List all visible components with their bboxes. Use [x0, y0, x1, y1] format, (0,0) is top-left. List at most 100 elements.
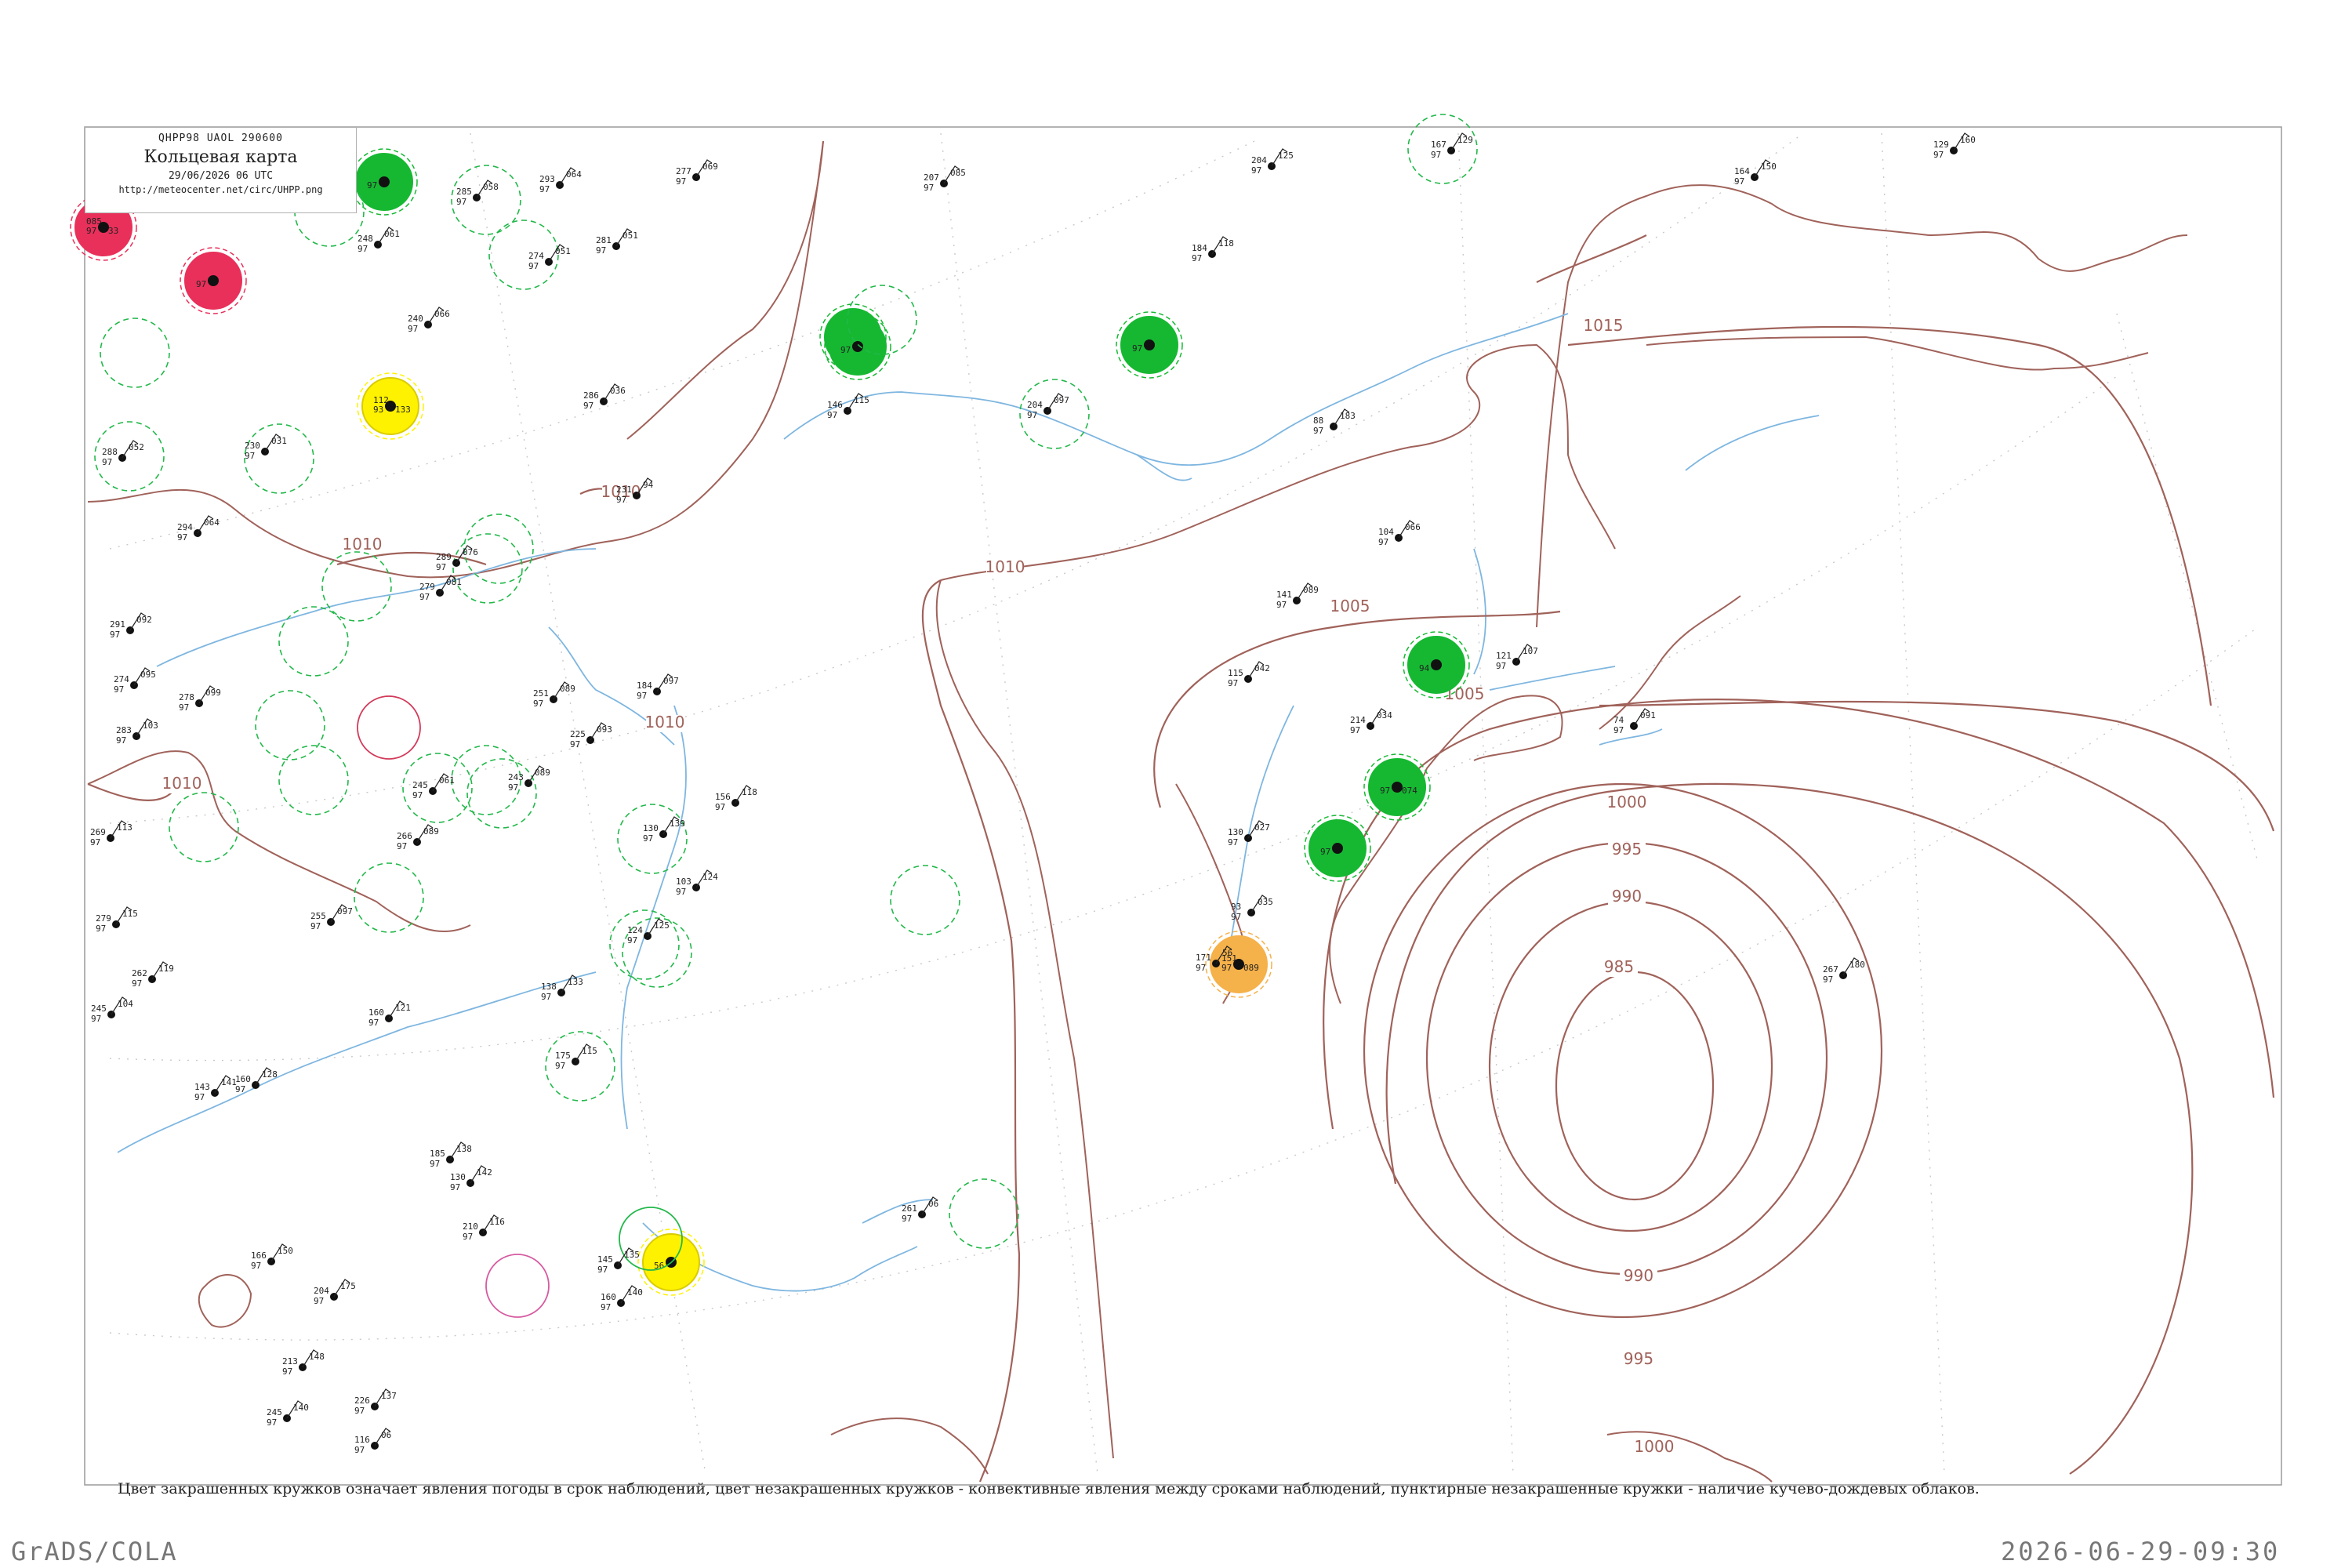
obs-code: 97	[539, 184, 550, 194]
obs-pressure: 166	[251, 1250, 267, 1261]
obs-pressure: 293	[539, 174, 555, 184]
obs-pressure: 214	[1350, 715, 1366, 725]
obs-pressure: 207	[924, 172, 939, 183]
footer-timestamp: 2026-06-29-09:30	[2001, 1537, 2281, 1566]
obs-code: 97	[508, 782, 518, 793]
obs-pressure: 74	[1613, 715, 1624, 725]
obs-pressure: 274	[528, 251, 544, 261]
obs-pressure: 243	[508, 772, 524, 782]
obs-code: 97	[583, 401, 593, 411]
obs-code: 97	[102, 457, 112, 467]
obs-code: 97	[408, 324, 418, 334]
isobar-label: 1000	[1607, 793, 1647, 811]
obs-code: 97	[110, 630, 120, 640]
obs-pressure: 160	[601, 1292, 616, 1302]
obs-pressure: 184	[1192, 243, 1207, 253]
obs-pressure: 204	[314, 1286, 329, 1296]
obs-pressure: 291	[110, 619, 125, 630]
obs-code: 97	[282, 1367, 292, 1377]
obs-pressure: 285	[456, 187, 472, 197]
obs-pressure: 164	[1734, 166, 1750, 176]
isobar-label: 990	[1612, 887, 1642, 906]
obs-code: 97	[627, 935, 637, 946]
obs-pressure: 262	[132, 968, 147, 978]
obs-pressure: 160	[235, 1074, 251, 1084]
isobar-label: 1015	[1584, 316, 1624, 335]
obs-code: 97	[1276, 600, 1287, 610]
station-value: 133	[395, 405, 411, 415]
obs-pressure: 171	[1196, 953, 1211, 963]
obs-pressure: 124	[627, 925, 643, 935]
obs-code: 97	[1378, 537, 1388, 547]
obs-code: 97	[1228, 678, 1238, 688]
obs-pressure: 130	[643, 823, 659, 833]
obs-pressure: 204	[1251, 155, 1267, 165]
obs-code: 97	[358, 244, 368, 254]
map-url[interactable]: http://meteocenter.net/circ/UHPP.png	[85, 184, 356, 195]
obs-pressure: 230	[245, 441, 260, 451]
obs-code: 97	[310, 921, 321, 931]
obs-pressure: 167	[1431, 140, 1446, 150]
obs-code: 97	[1613, 725, 1624, 735]
obs-pressure: 116	[354, 1435, 370, 1445]
obs-pressure: 283	[116, 725, 132, 735]
obs-code: 97	[902, 1214, 912, 1224]
obs-code: 97	[245, 451, 255, 461]
obs-code: 97	[601, 1302, 611, 1312]
obs-code: 97	[368, 1018, 379, 1028]
obs-pressure: 104	[1378, 527, 1394, 537]
obs-code: 97	[450, 1182, 460, 1192]
station-value: 94	[1419, 663, 1430, 673]
isobar-label: 1000	[1635, 1437, 1675, 1456]
station-value: 089	[1243, 963, 1259, 973]
obs-code: 97	[456, 197, 466, 207]
station-value: 33	[108, 226, 118, 236]
obs-code: 97	[528, 261, 539, 271]
isobar-label: 1010	[343, 535, 383, 554]
obs-code: 97	[1027, 410, 1037, 420]
obs-pressure: 88	[1313, 416, 1323, 426]
obs-pressure: 129	[1933, 140, 1949, 150]
station-value: 97	[367, 180, 377, 191]
obs-code: 97	[177, 532, 187, 543]
obs-code: 97	[1933, 150, 1944, 160]
station-value: 97	[1132, 343, 1142, 354]
obs-pressure: 184	[637, 681, 652, 691]
obs-pressure: 240	[408, 314, 423, 324]
obs-code: 97	[251, 1261, 261, 1271]
obs-code: 97	[1228, 837, 1238, 848]
obs-pressure: 279	[419, 582, 435, 592]
obs-pressure: 143	[194, 1082, 210, 1092]
obs-code: 97	[436, 562, 446, 572]
obs-code: 97	[314, 1296, 324, 1306]
obs-code: 97	[267, 1417, 277, 1428]
map-title-box: QHPP98 UAOL 290600 Кольцевая карта 29/06…	[85, 127, 357, 213]
obs-pressure: 288	[102, 447, 118, 457]
obs-code: 97	[194, 1092, 205, 1102]
isobar-label: 1010	[162, 774, 202, 793]
obs-pressure: 93	[1231, 902, 1241, 912]
obs-code: 97	[90, 837, 100, 848]
obs-pressure: 245	[91, 1004, 107, 1014]
obs-pressure: 156	[715, 792, 731, 802]
obs-pressure: 130	[450, 1172, 466, 1182]
obs-code: 97	[179, 702, 189, 713]
obs-code: 97	[541, 992, 551, 1002]
obs-code: 97	[430, 1159, 440, 1169]
obs-pressure: 277	[676, 166, 691, 176]
isobar-label: 1005	[1330, 597, 1370, 615]
obs-pressure: 115	[1228, 668, 1243, 678]
obs-pressure: 121	[1496, 651, 1512, 661]
obs-code: 97	[1734, 176, 1744, 187]
obs-pressure: 266	[397, 831, 412, 841]
obs-code: 97	[114, 684, 124, 695]
obs-code: 97	[643, 833, 653, 844]
obs-code: 97	[1196, 963, 1206, 973]
obs-code: 97	[715, 802, 725, 812]
obs-code: 97	[924, 183, 934, 193]
obs-pressure: 185	[430, 1149, 445, 1159]
obs-pressure: 269	[90, 827, 106, 837]
obs-pressure: 278	[179, 692, 194, 702]
obs-code: 97	[116, 735, 126, 746]
obs-pressure: 130	[1228, 827, 1243, 837]
